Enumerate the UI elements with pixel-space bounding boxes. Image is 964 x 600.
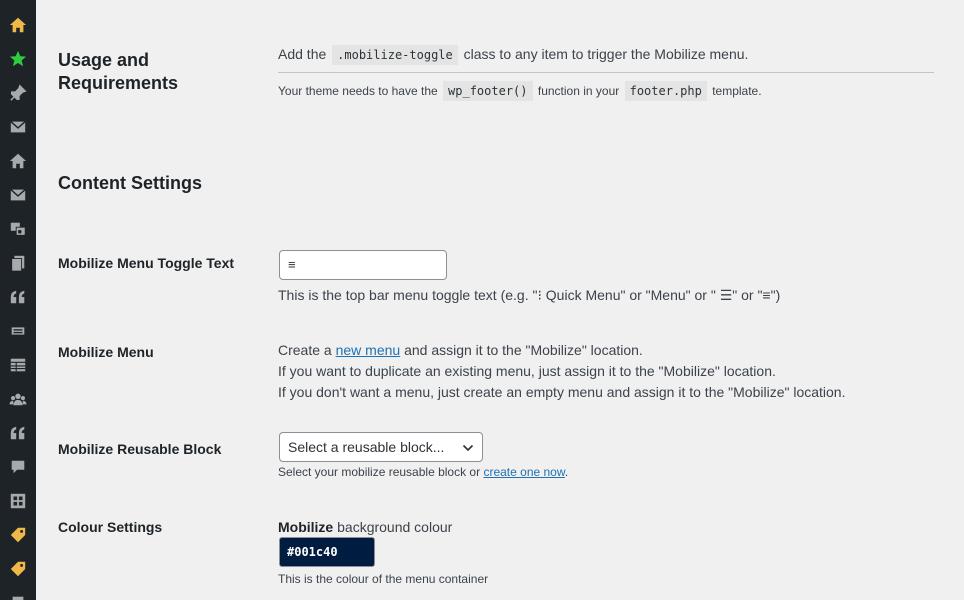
gallery-icon[interactable] — [0, 484, 36, 518]
reusable-block-desc-before: Select your mobilize reusable block or — [278, 465, 481, 479]
reusable-block-description: Select your mobilize reusable block or c… — [278, 463, 568, 481]
menu-line2: If you want to duplicate an existing men… — [278, 363, 776, 379]
menu-line1-after: and assign it to the "Mobilize" location… — [404, 342, 643, 358]
usage-heading-line2: Requirements — [58, 73, 179, 93]
usage-divider — [278, 72, 934, 73]
home-icon[interactable] — [0, 8, 36, 42]
menu-line1-before: Create a — [278, 342, 332, 358]
mail-icon[interactable] — [0, 110, 36, 144]
reusable-block-desc-after: . — [564, 465, 569, 479]
media-icon[interactable] — [0, 212, 36, 246]
menu-line3: If you don't want a menu, just create an… — [278, 384, 846, 400]
menu-label: Mobilize Menu — [58, 344, 154, 360]
usage-line2-mid: function in your — [537, 84, 620, 98]
create-one-now-link[interactable]: create one now — [483, 465, 564, 479]
testimonial-icon[interactable] — [0, 416, 36, 450]
settings-content: Usage and Requirements Add the .mobilize… — [36, 0, 964, 600]
colour-field-rest: background colour — [337, 519, 453, 535]
reusable-block-label: Mobilize Reusable Block — [58, 441, 222, 457]
colour-field-bold: Mobilize — [278, 519, 334, 535]
wp-footer-code: wp_footer() — [443, 81, 533, 101]
usage-line1-after: class to any item to trigger the Mobiliz… — [463, 46, 749, 62]
reusable-block-select-value: Select a reusable block... — [288, 439, 445, 455]
footer-php-code: footer.php — [624, 81, 707, 101]
toggle-text-description: This is the top bar menu toggle text (e.… — [278, 287, 781, 303]
quote-icon[interactable] — [0, 280, 36, 314]
toggle-text-label: Mobilize Menu Toggle Text — [58, 255, 235, 271]
slider-icon[interactable] — [0, 314, 36, 348]
admin-sidebar — [0, 0, 36, 600]
groups-icon[interactable] — [0, 382, 36, 416]
content-settings-heading: Content Settings — [58, 173, 202, 193]
pin-icon[interactable] — [0, 76, 36, 110]
usage-line2-after: template. — [712, 84, 762, 98]
colour-settings-label: Colour Settings — [58, 519, 163, 535]
chevron-down-icon — [462, 444, 474, 452]
comment-icon[interactable] — [0, 450, 36, 484]
tag-icon-2[interactable] — [0, 552, 36, 586]
usage-line-toggle: Add the .mobilize-toggle class to any it… — [278, 44, 748, 66]
envelope-icon[interactable] — [0, 178, 36, 212]
usage-line2-before: Your theme needs to have the — [278, 84, 438, 98]
table-icon[interactable] — [0, 348, 36, 382]
pages-icon[interactable] — [0, 246, 36, 280]
toggle-text-input[interactable]: ≡ — [279, 250, 447, 280]
tag-icon[interactable] — [0, 518, 36, 552]
tools-icon[interactable] — [0, 586, 36, 600]
menu-line1: Create a new menu and assign it to the "… — [278, 340, 643, 361]
reusable-block-select[interactable]: Select a reusable block... — [279, 432, 483, 462]
background-colour-picker[interactable]: #001c40 — [279, 537, 375, 567]
house-icon[interactable] — [0, 144, 36, 178]
colour-field-label: Mobilize background colour — [278, 517, 452, 538]
new-menu-link[interactable]: new menu — [336, 342, 401, 358]
usage-heading: Usage and Requirements — [58, 49, 258, 95]
usage-line1-before: Add the — [278, 46, 327, 62]
toggle-class-code: .mobilize-toggle — [332, 45, 458, 65]
usage-heading-line1: Usage and — [58, 50, 150, 70]
usage-line-footer: Your theme needs to have the wp_footer()… — [278, 81, 762, 101]
star-icon[interactable] — [0, 42, 36, 76]
colour-description: This is the colour of the menu container — [278, 572, 489, 586]
